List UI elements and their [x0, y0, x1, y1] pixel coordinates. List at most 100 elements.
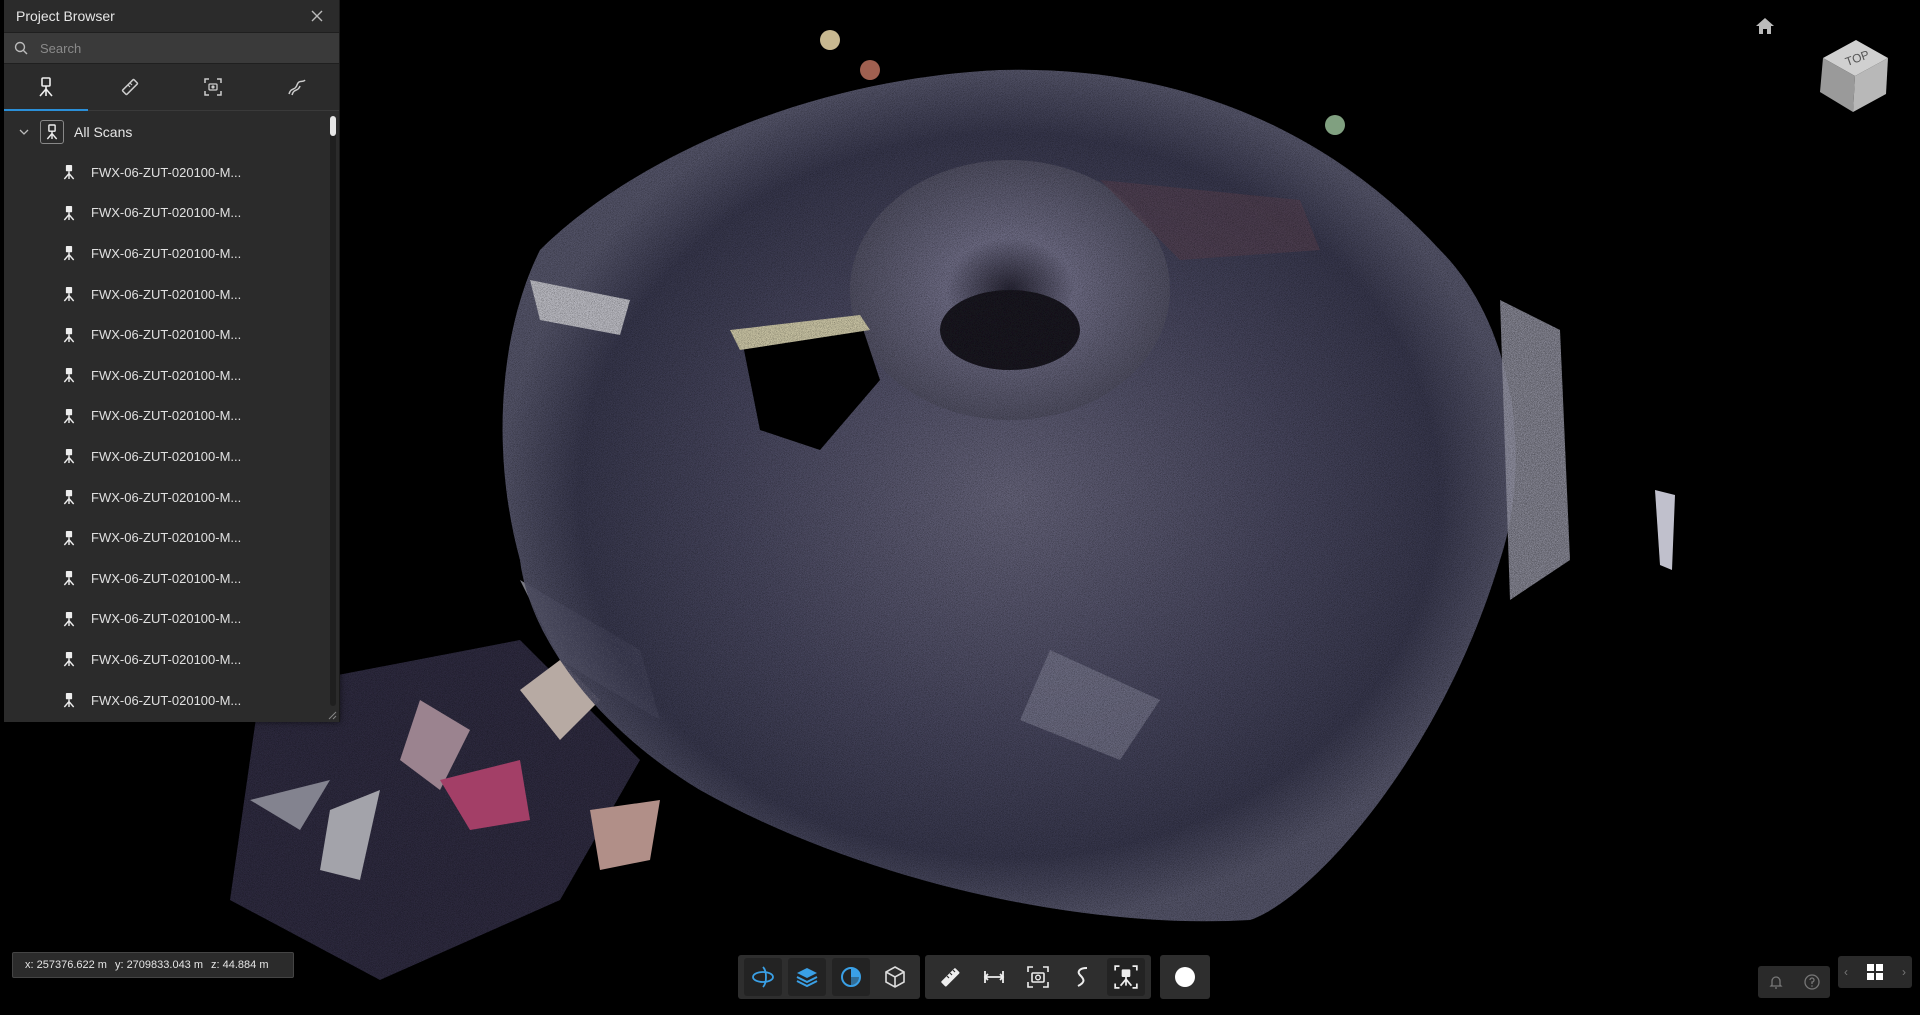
close-icon[interactable]	[307, 6, 327, 26]
all-scans-icon	[40, 120, 64, 144]
project-browser-panel: Project Browser All Scans	[4, 0, 340, 722]
tab-paths[interactable]	[255, 64, 339, 110]
panel-switcher: ‹ ›	[1838, 956, 1912, 988]
clipping-icon	[841, 967, 861, 987]
tab-measurements[interactable]	[88, 64, 172, 110]
help-icon	[1804, 974, 1820, 990]
scan-name: FWX-06-ZUT-020100-M...	[91, 530, 242, 546]
chevron-left-icon[interactable]: ‹	[1844, 965, 1848, 979]
ruler-icon	[941, 968, 960, 987]
scanner-tripod-icon	[39, 77, 53, 97]
scan-name: FWX-06-ZUT-020100-M...	[91, 570, 242, 586]
snapshot-button[interactable]	[1019, 958, 1057, 996]
scan-list-item[interactable]: FWX-06-ZUT-020100-M...	[4, 639, 339, 680]
path-icon	[1077, 967, 1088, 987]
orbit-icon	[752, 966, 774, 988]
focus-camera-icon	[204, 78, 223, 96]
scan-name: FWX-06-ZUT-020100-M...	[91, 448, 242, 464]
grid-icon[interactable]	[1866, 963, 1884, 981]
scan-list-item[interactable]: FWX-06-ZUT-020100-M...	[4, 274, 339, 315]
circle-icon	[1175, 967, 1195, 987]
distance-button[interactable]	[975, 958, 1013, 996]
home-icon[interactable]	[1753, 14, 1777, 38]
notification-button[interactable]	[1768, 974, 1784, 990]
scan-list-item[interactable]: FWX-06-ZUT-020100-M...	[4, 314, 339, 355]
notification-help-group	[1758, 966, 1830, 998]
bell-icon	[1769, 976, 1783, 989]
chevron-right-icon[interactable]: ›	[1902, 965, 1906, 979]
ruler-button[interactable]	[931, 958, 969, 996]
path-button[interactable]	[1063, 958, 1101, 996]
scan-name: FWX-06-ZUT-020100-M...	[91, 205, 242, 221]
box-button[interactable]	[876, 958, 914, 996]
scan-list-item[interactable]: FWX-06-ZUT-020100-M...	[4, 477, 339, 518]
scan-list-item[interactable]: FWX-06-ZUT-020100-M...	[4, 193, 339, 234]
help-button[interactable]	[1804, 974, 1820, 990]
scanner-tripod-icon	[59, 365, 79, 385]
scrollbar-thumb[interactable]	[330, 116, 336, 136]
box-icon	[885, 966, 905, 988]
coord-z: z: 44.884 m	[211, 959, 269, 971]
scan-list-item[interactable]: FWX-06-ZUT-020100-M...	[4, 558, 339, 599]
search-input[interactable]	[38, 39, 312, 57]
scanner-tripod-icon	[59, 649, 79, 669]
tab-scans[interactable]	[4, 64, 88, 111]
coordinate-readout: x: 257376.622 m y: 2709833.043 m z: 44.8…	[12, 952, 294, 978]
scanner-tripod-icon	[59, 284, 79, 304]
coord-y: y: 2709833.043 m	[114, 959, 204, 971]
scrollbar[interactable]	[330, 116, 336, 706]
panel-title-bar: Project Browser	[4, 0, 339, 32]
view-toolbar	[738, 955, 920, 999]
scan-button[interactable]	[1107, 958, 1145, 996]
scanner-tripod-icon	[59, 325, 79, 345]
search-icon	[14, 41, 28, 55]
scan-name: FWX-06-ZUT-020100-M...	[91, 286, 242, 302]
chevron-down-icon[interactable]	[16, 129, 32, 135]
scan-name: FWX-06-ZUT-020100-M...	[91, 651, 242, 667]
scanner-tripod-icon	[59, 568, 79, 588]
scan-name: FWX-06-ZUT-020100-M...	[91, 164, 242, 180]
scan-name: FWX-06-ZUT-020100-M...	[91, 611, 242, 627]
scanner-tripod-icon	[59, 487, 79, 507]
orbit-button[interactable]	[744, 958, 782, 996]
scanner-tripod-icon	[59, 203, 79, 223]
scanner-tripod-icon	[59, 690, 79, 710]
navigation-cube[interactable]: TOP	[1808, 30, 1898, 120]
circle-button[interactable]	[1166, 958, 1204, 996]
scan-name: FWX-06-ZUT-020100-M...	[91, 245, 242, 261]
layers-button[interactable]	[788, 958, 826, 996]
scan-list-item[interactable]: FWX-06-ZUT-020100-M...	[4, 599, 339, 640]
tree-root-label: All Scans	[74, 124, 133, 140]
scanner-tripod-icon	[59, 162, 79, 182]
distance-icon	[983, 971, 1005, 983]
tab-snapshots[interactable]	[172, 64, 256, 110]
scan-name: FWX-06-ZUT-020100-M...	[91, 408, 242, 424]
clipping-button[interactable]	[832, 958, 870, 996]
scan-list: FWX-06-ZUT-020100-M... FWX-06-ZUT-020100-…	[4, 152, 339, 720]
resize-handle-icon[interactable]	[327, 710, 337, 720]
scan-list-item[interactable]: FWX-06-ZUT-020100-M...	[4, 152, 339, 193]
scan-list-item[interactable]: FWX-06-ZUT-020100-M...	[4, 680, 339, 721]
layers-icon	[796, 968, 818, 988]
scanner-tripod-icon	[59, 243, 79, 263]
coord-x: x: 257376.622 m	[25, 959, 107, 971]
ruler-icon	[121, 78, 138, 96]
scanner-tripod-icon	[59, 406, 79, 426]
scan-icon	[1114, 965, 1138, 989]
snapshot-icon	[1027, 966, 1049, 988]
scan-name: FWX-06-ZUT-020100-M...	[91, 692, 242, 708]
scan-list-item[interactable]: FWX-06-ZUT-020100-M...	[4, 233, 339, 274]
scan-name: FWX-06-ZUT-020100-M...	[91, 327, 242, 343]
scan-list-item[interactable]: FWX-06-ZUT-020100-M...	[4, 436, 339, 477]
scan-name: FWX-06-ZUT-020100-M...	[91, 367, 242, 383]
scan-list-item[interactable]: FWX-06-ZUT-020100-M...	[4, 396, 339, 437]
scan-name: FWX-06-ZUT-020100-M...	[91, 489, 242, 505]
path-icon	[288, 79, 306, 96]
tree-root-all-scans[interactable]: All Scans	[4, 112, 339, 152]
scan-list-item[interactable]: FWX-06-ZUT-020100-M...	[4, 517, 339, 558]
panel-tabs	[4, 64, 339, 111]
scanner-tripod-icon	[59, 609, 79, 629]
panel-title: Project Browser	[16, 8, 115, 24]
scan-list-item[interactable]: FWX-06-ZUT-020100-M...	[4, 355, 339, 396]
scanner-tripod-icon	[59, 446, 79, 466]
